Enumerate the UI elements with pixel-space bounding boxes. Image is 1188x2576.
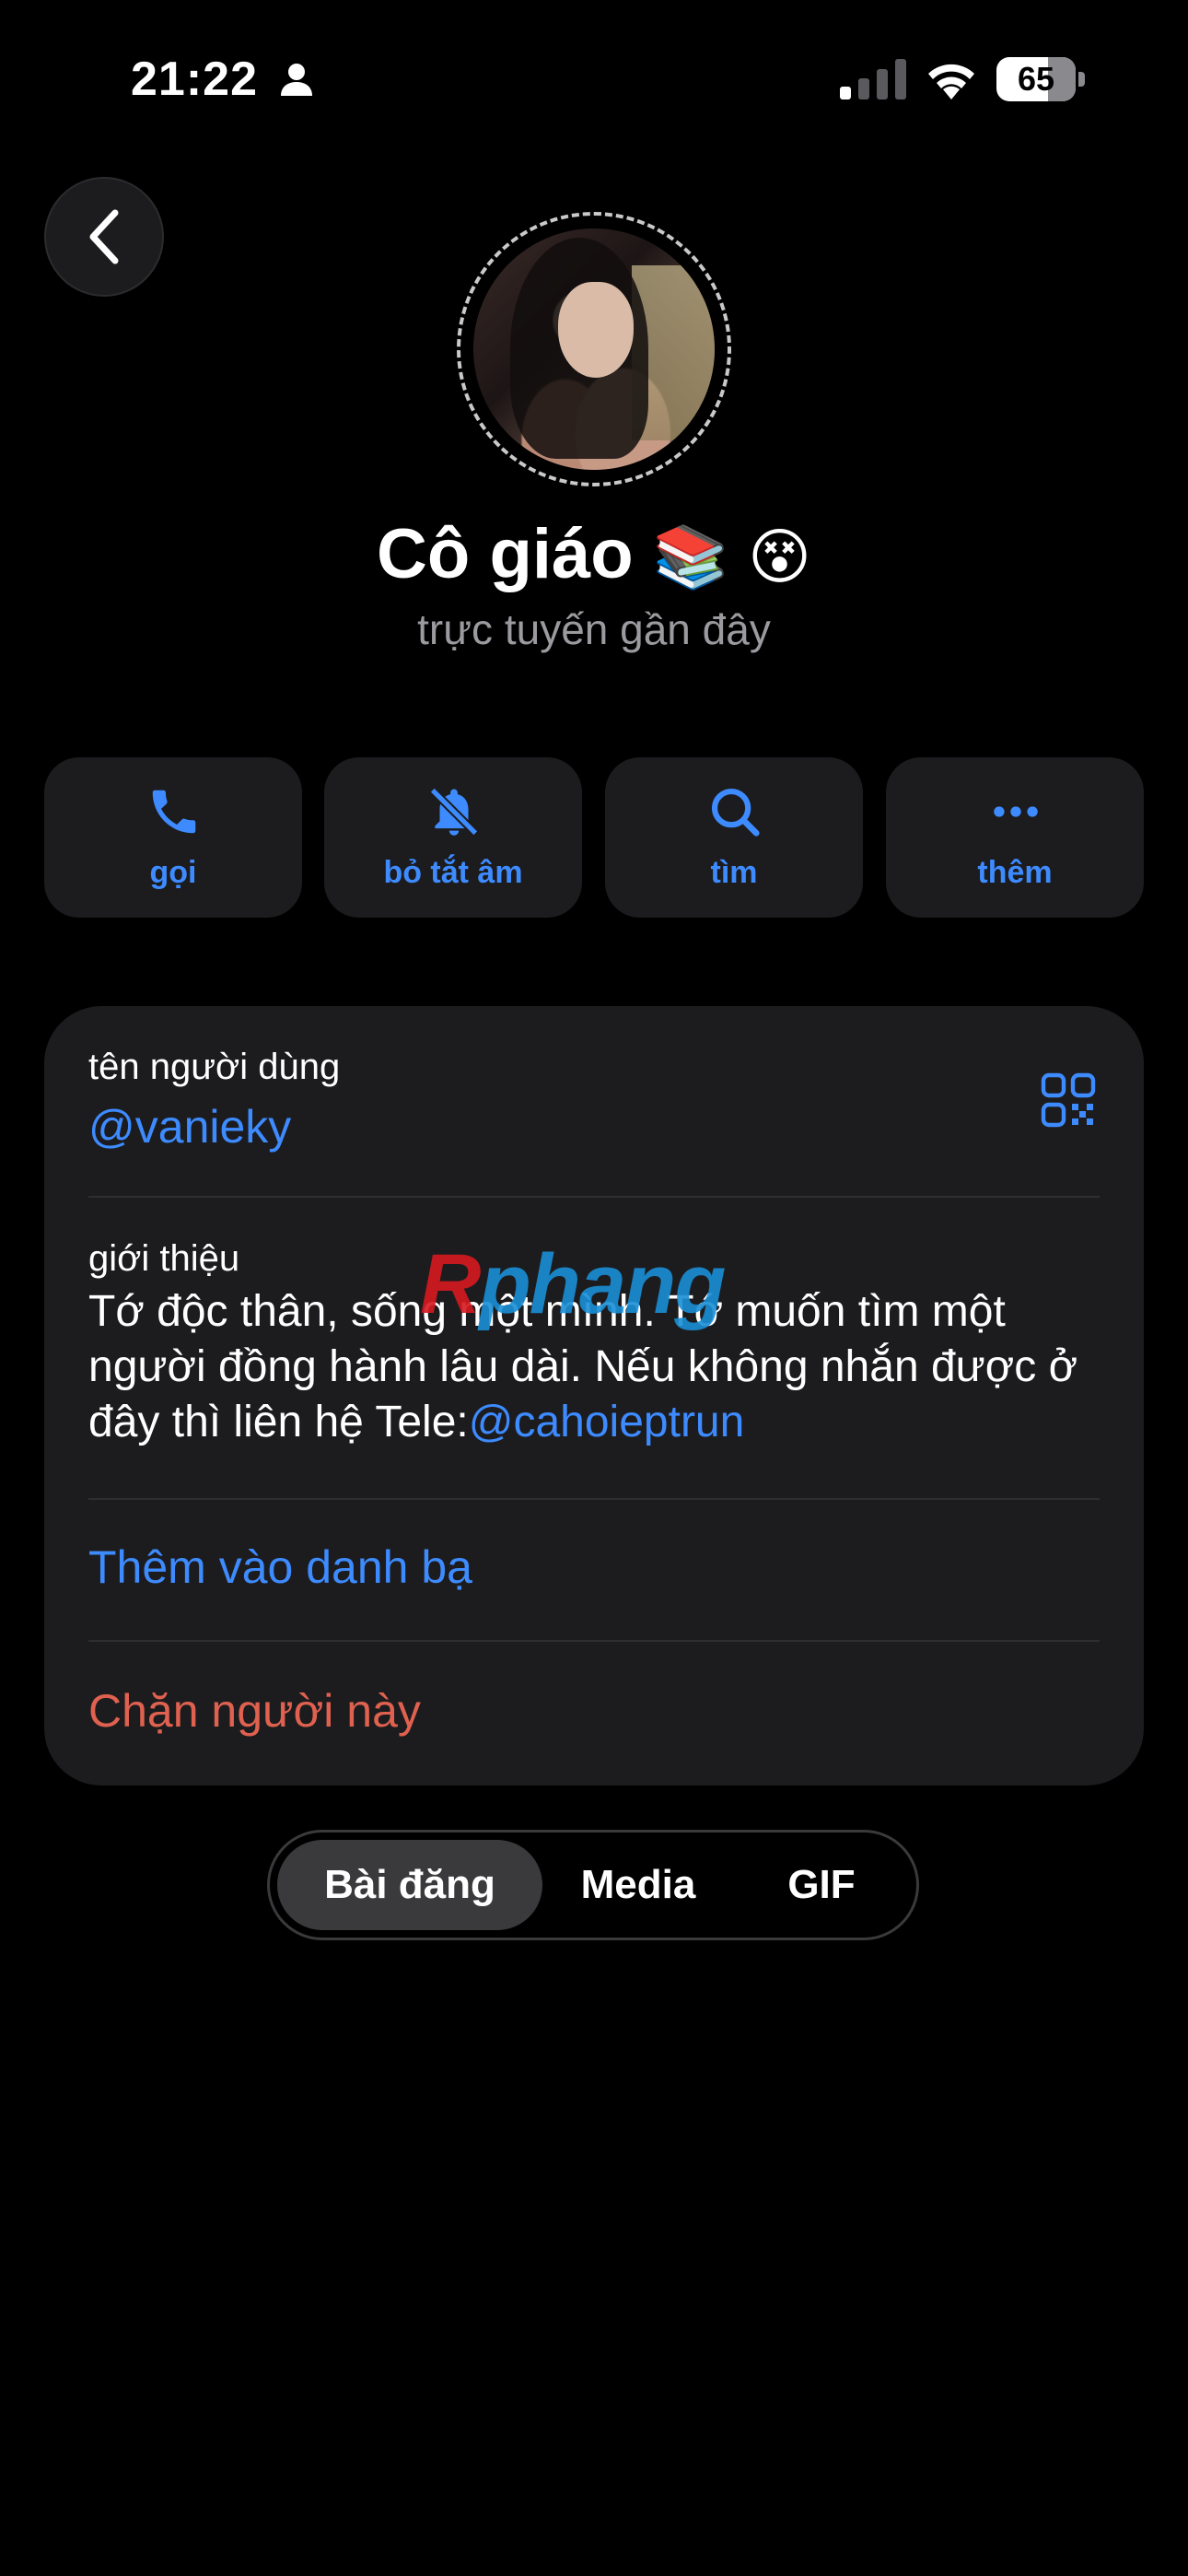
profile-info-card: tên người dùng @vanieky giới thiệu Tớ độ…	[44, 1006, 1144, 1786]
more-button[interactable]: thêm	[886, 757, 1144, 918]
search-icon	[711, 788, 760, 837]
avatar[interactable]	[473, 228, 715, 470]
more-label: thêm	[977, 855, 1053, 890]
divider	[88, 1640, 1100, 1642]
unmute-label: bỏ tắt âm	[383, 855, 523, 890]
profile-name-row: Cô giáo 📚 😵	[0, 514, 1188, 594]
tab-media[interactable]: Media	[546, 1840, 730, 1930]
battery-icon: 65	[996, 57, 1087, 101]
back-button[interactable]	[44, 177, 164, 297]
wifi-icon	[928, 64, 974, 100]
bell-slash-icon	[429, 787, 479, 837]
add-contact-button[interactable]: Thêm vào danh bạ	[88, 1540, 472, 1594]
tab-posts[interactable]: Bài đăng	[277, 1840, 542, 1930]
media-tabs: Bài đăng Media GIF	[267, 1830, 919, 1940]
qr-code-icon[interactable]	[1041, 1072, 1096, 1128]
cellular-signal-icon	[840, 59, 906, 100]
status-time: 21:22	[131, 53, 258, 106]
call-button[interactable]: gọi	[44, 757, 302, 918]
chevron-left-icon	[89, 209, 119, 264]
username-label: tên người dùng	[88, 1047, 341, 1087]
divider	[88, 1498, 1100, 1500]
unmute-button[interactable]: bỏ tắt âm	[324, 757, 582, 918]
block-user-button[interactable]: Chặn người này	[88, 1684, 421, 1738]
profile-name: Cô giáo	[377, 515, 634, 593]
status-emoji: 😵	[748, 522, 811, 591]
search-button[interactable]: tìm	[605, 757, 863, 918]
search-label: tìm	[710, 855, 758, 890]
tab-gif[interactable]: GIF	[734, 1840, 909, 1930]
ellipsis-icon	[994, 806, 1038, 817]
battery-level: 65	[1017, 60, 1055, 98]
watermark-logo: Rphang	[420, 1237, 726, 1331]
call-label: gọi	[149, 855, 197, 890]
books-emoji: 📚	[652, 522, 729, 591]
divider	[88, 1196, 1100, 1198]
username-link[interactable]: @vanieky	[88, 1100, 291, 1153]
person-icon	[281, 64, 312, 96]
last-seen-status: trực tuyến gần đây	[417, 605, 771, 653]
bio-mention-link[interactable]: @cahoieptrun	[469, 1398, 745, 1446]
bio-label: giới thiệu	[88, 1238, 240, 1279]
phone-icon	[152, 790, 196, 834]
